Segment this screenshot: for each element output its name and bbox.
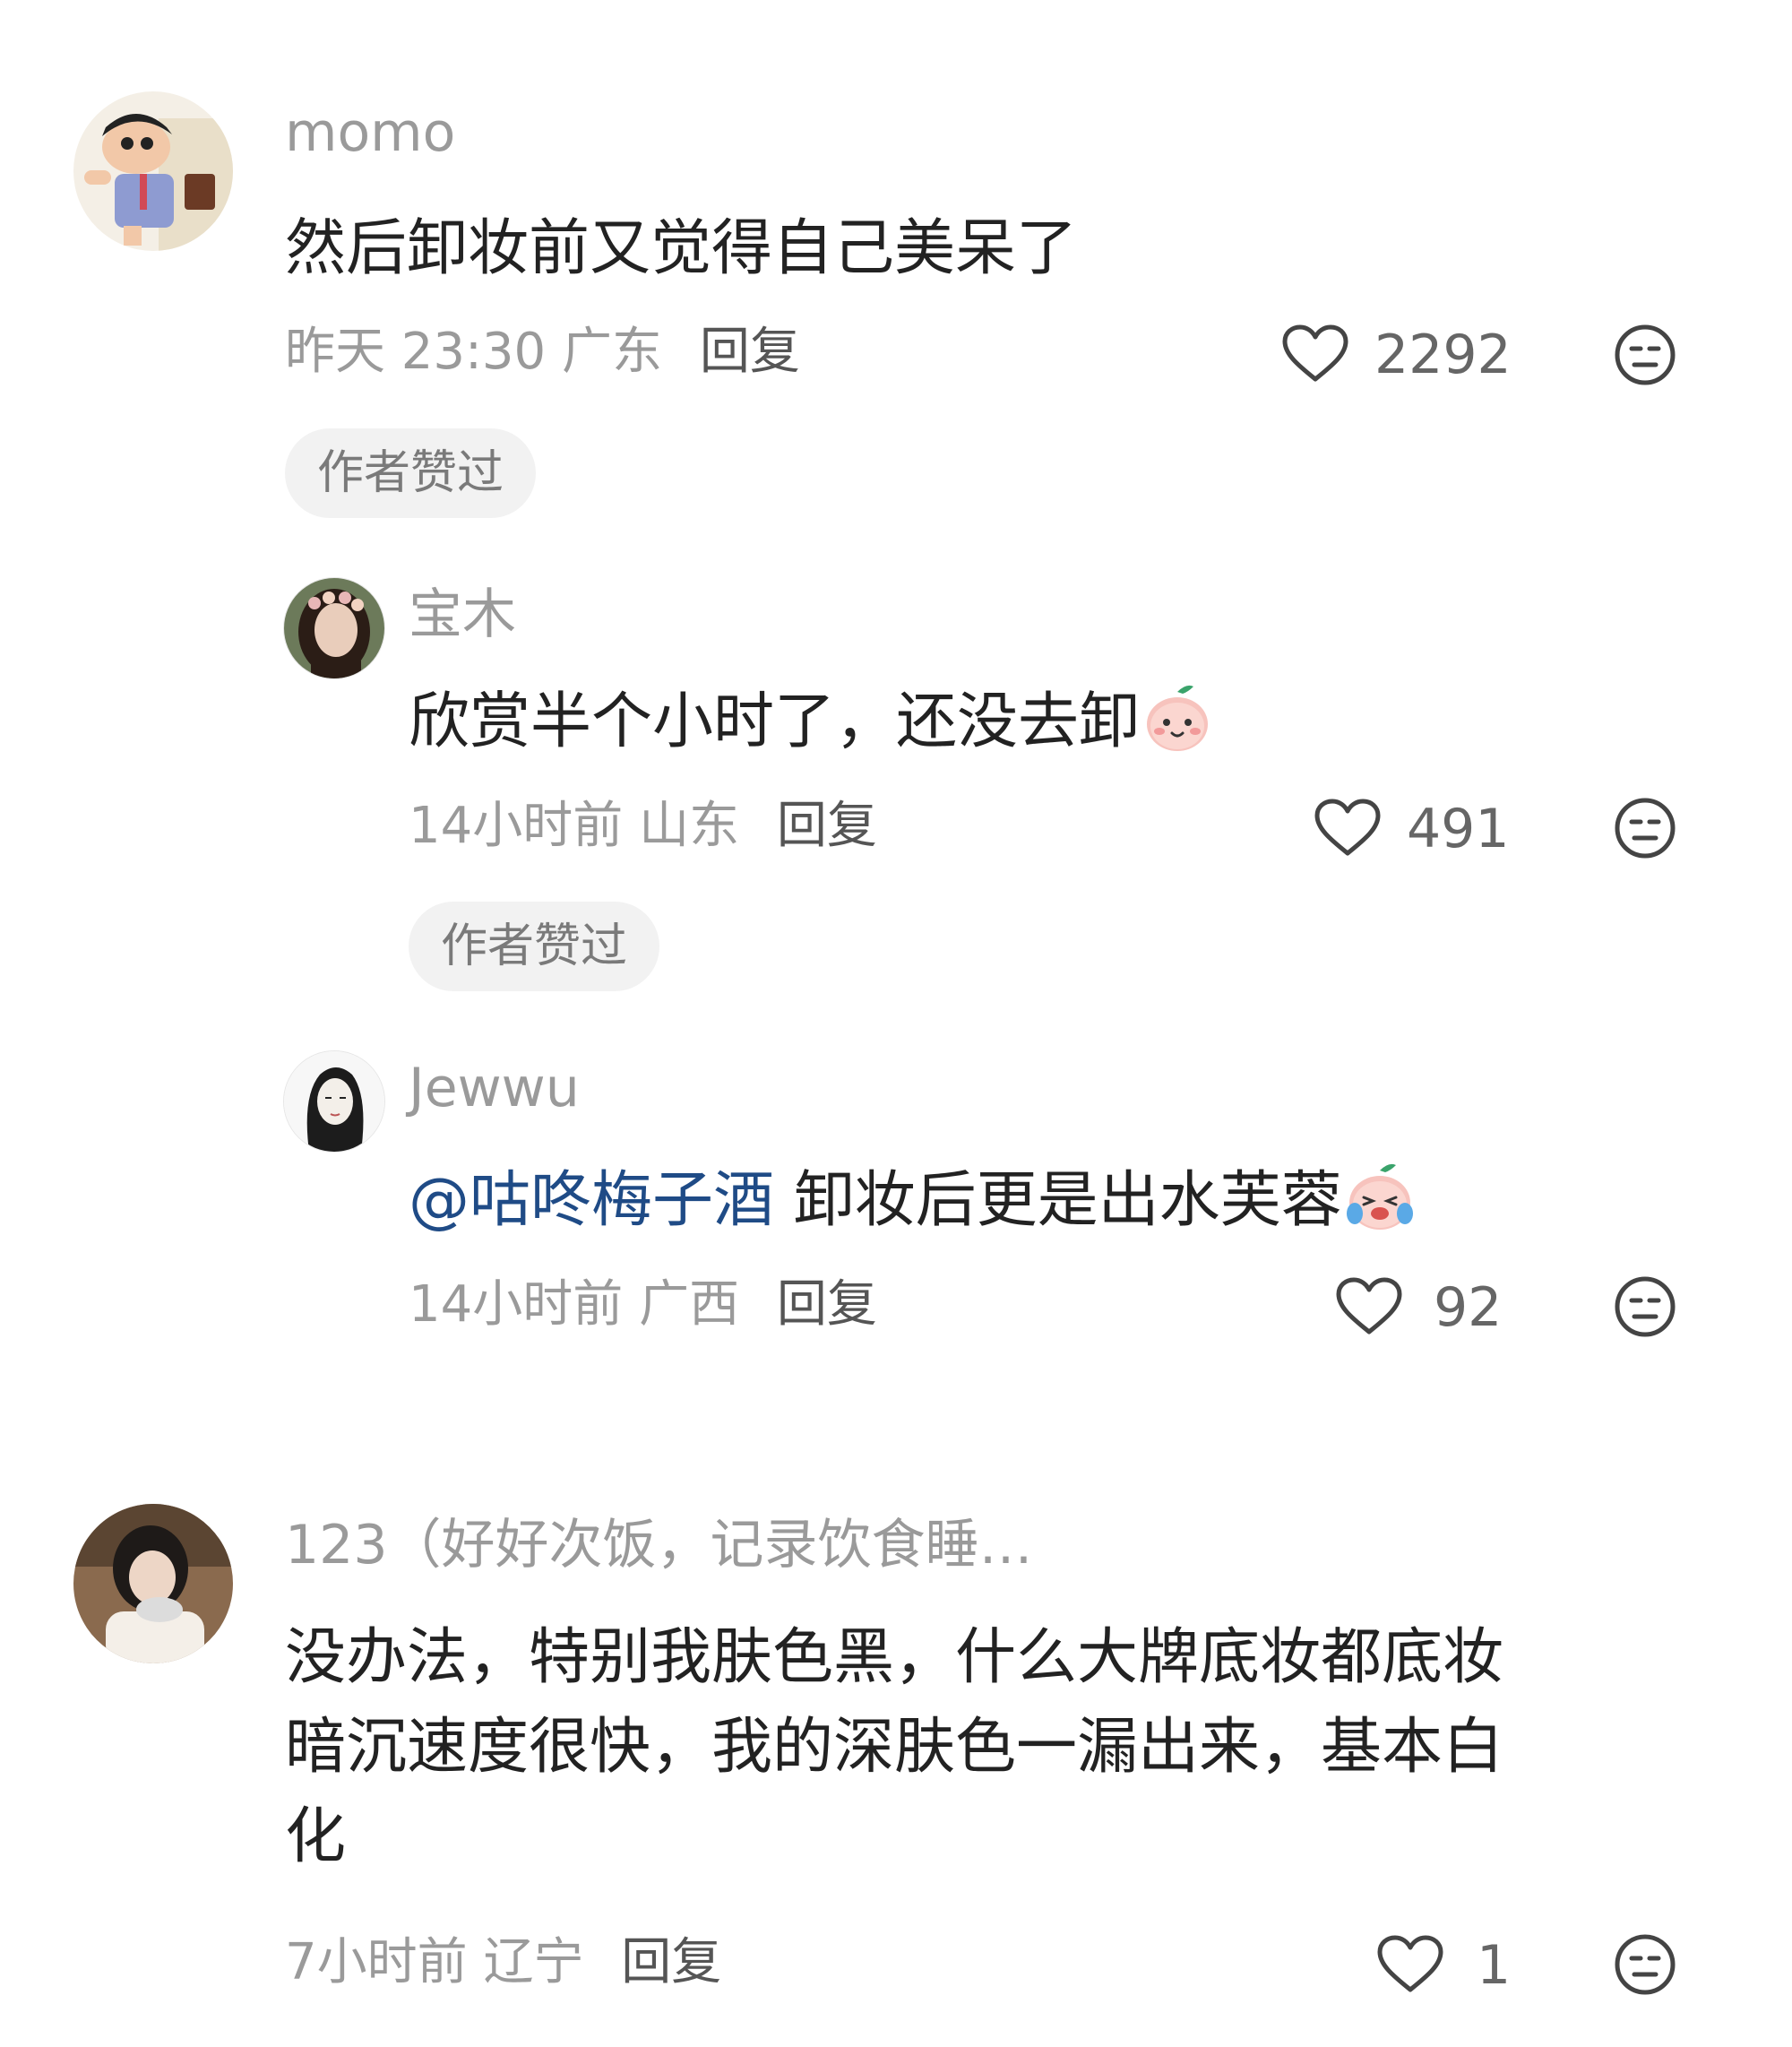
reply-time: 14小时前: [409, 1275, 624, 1334]
dislike-face-icon[interactable]: [1613, 1274, 1677, 1339]
avatar-baomu[interactable]: [283, 577, 385, 679]
reply-location: 广西: [639, 1275, 740, 1334]
reply-time: 14小时前: [409, 797, 624, 855]
heart-icon[interactable]: [1335, 1276, 1403, 1337]
comment-content-line: 化: [285, 1801, 347, 1872]
comment-username[interactable]: momo: [285, 106, 455, 160]
cartoon-avatar-icon: [73, 91, 233, 251]
like-count: 92: [1434, 1276, 1503, 1339]
avatar-jewwu[interactable]: [283, 1050, 385, 1153]
comment-meta: 7小时前 辽宁 回复: [285, 1938, 721, 1988]
heart-icon[interactable]: [1281, 324, 1349, 384]
mention-link[interactable]: @咕咚梅子酒: [409, 1165, 774, 1236]
photo-avatar-icon: [73, 1504, 233, 1663]
crying-peach-emoji-icon: [1346, 1163, 1413, 1230]
author-liked-badge: 作者赞过: [409, 902, 660, 991]
reply-button[interactable]: 回复: [700, 323, 800, 381]
reply-location: 山东: [639, 797, 740, 855]
comment-time: 昨天 23:30: [285, 323, 547, 381]
comment-location: 辽宁: [483, 1933, 584, 1991]
smile-peach-emoji-icon: [1147, 685, 1209, 751]
reply-button[interactable]: 回复: [777, 1275, 877, 1334]
comment-content: 没办法，特别我肤色黑，什么大牌底妆都底妆 暗沉速度很快，我的深肤色一漏出来，基本…: [285, 1613, 1503, 1882]
reply-meta: 14小时前 广西 回复: [409, 1280, 877, 1330]
like-count: 2292: [1374, 324, 1512, 386]
dislike-face-icon[interactable]: [1613, 323, 1677, 387]
comment-location: 广东: [562, 323, 662, 381]
reply-username[interactable]: 宝木: [409, 588, 516, 642]
comment-meta: 昨天 23:30 广东 回复: [285, 327, 800, 377]
portrait-avatar-icon: [284, 578, 384, 678]
avatar-123[interactable]: [73, 1504, 233, 1663]
comment-content: 然后卸妆前又觉得自己美呆了: [285, 213, 1078, 284]
reply-meta: 14小时前 山东 回复: [409, 801, 877, 851]
comment-time: 7小时前: [285, 1933, 468, 1991]
reply-username[interactable]: Jewwu: [409, 1061, 580, 1115]
author-liked-badge: 作者赞过: [285, 428, 537, 518]
dislike-face-icon[interactable]: [1613, 1932, 1677, 1997]
reply-button[interactable]: 回复: [621, 1933, 721, 1991]
reply-content: 欣赏半个小时了，还没去卸: [409, 678, 1215, 767]
reply-text: 卸妆后更是出水芙蓉: [793, 1165, 1342, 1236]
reply-text: 欣赏半个小时了，还没去卸: [409, 687, 1141, 757]
comment-content-line: 没办法，特别我肤色黑，什么大牌底妆都底妆: [285, 1622, 1504, 1693]
comment-username[interactable]: 123（好好次饭，记录饮食睡…: [285, 1518, 1033, 1572]
sketch-portrait-avatar-icon: [284, 1051, 384, 1152]
like-count: 1: [1477, 1934, 1512, 1997]
dislike-face-icon[interactable]: [1613, 796, 1677, 860]
comment-content-line: 暗沉速度很快，我的深肤色一漏出来，基本白: [285, 1712, 1504, 1783]
avatar-momo[interactable]: [73, 91, 233, 251]
heart-icon[interactable]: [1376, 1934, 1444, 1995]
reply-button[interactable]: 回复: [777, 797, 877, 855]
like-count: 491: [1407, 798, 1510, 860]
heart-icon[interactable]: [1314, 798, 1382, 859]
reply-content: @咕咚梅子酒 卸妆后更是出水芙蓉: [409, 1156, 1417, 1246]
